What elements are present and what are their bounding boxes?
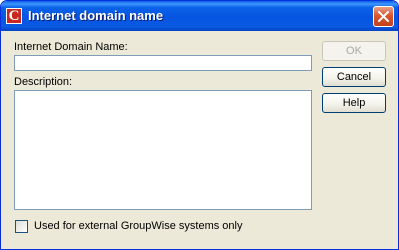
window-title: Internet domain name — [28, 8, 164, 23]
domain-name-input[interactable] — [14, 55, 312, 71]
ok-button[interactable]: OK — [322, 41, 386, 61]
description-label: Description: — [14, 76, 73, 88]
external-groupwise-checkbox[interactable] — [15, 220, 28, 233]
external-groupwise-checkbox-label[interactable]: Used for external GroupWise systems only — [34, 220, 242, 232]
dialog-window: C Internet domain name Internet Domain N… — [0, 0, 399, 250]
cancel-button[interactable]: Cancel — [322, 67, 386, 87]
close-icon — [378, 11, 389, 22]
close-button[interactable] — [373, 6, 394, 27]
title-bar[interactable]: C Internet domain name — [1, 1, 398, 31]
domain-name-label: Internet Domain Name: — [14, 41, 128, 53]
help-button[interactable]: Help — [322, 93, 386, 113]
groupwise-c-icon: C — [6, 8, 22, 24]
description-textarea[interactable] — [14, 90, 312, 210]
